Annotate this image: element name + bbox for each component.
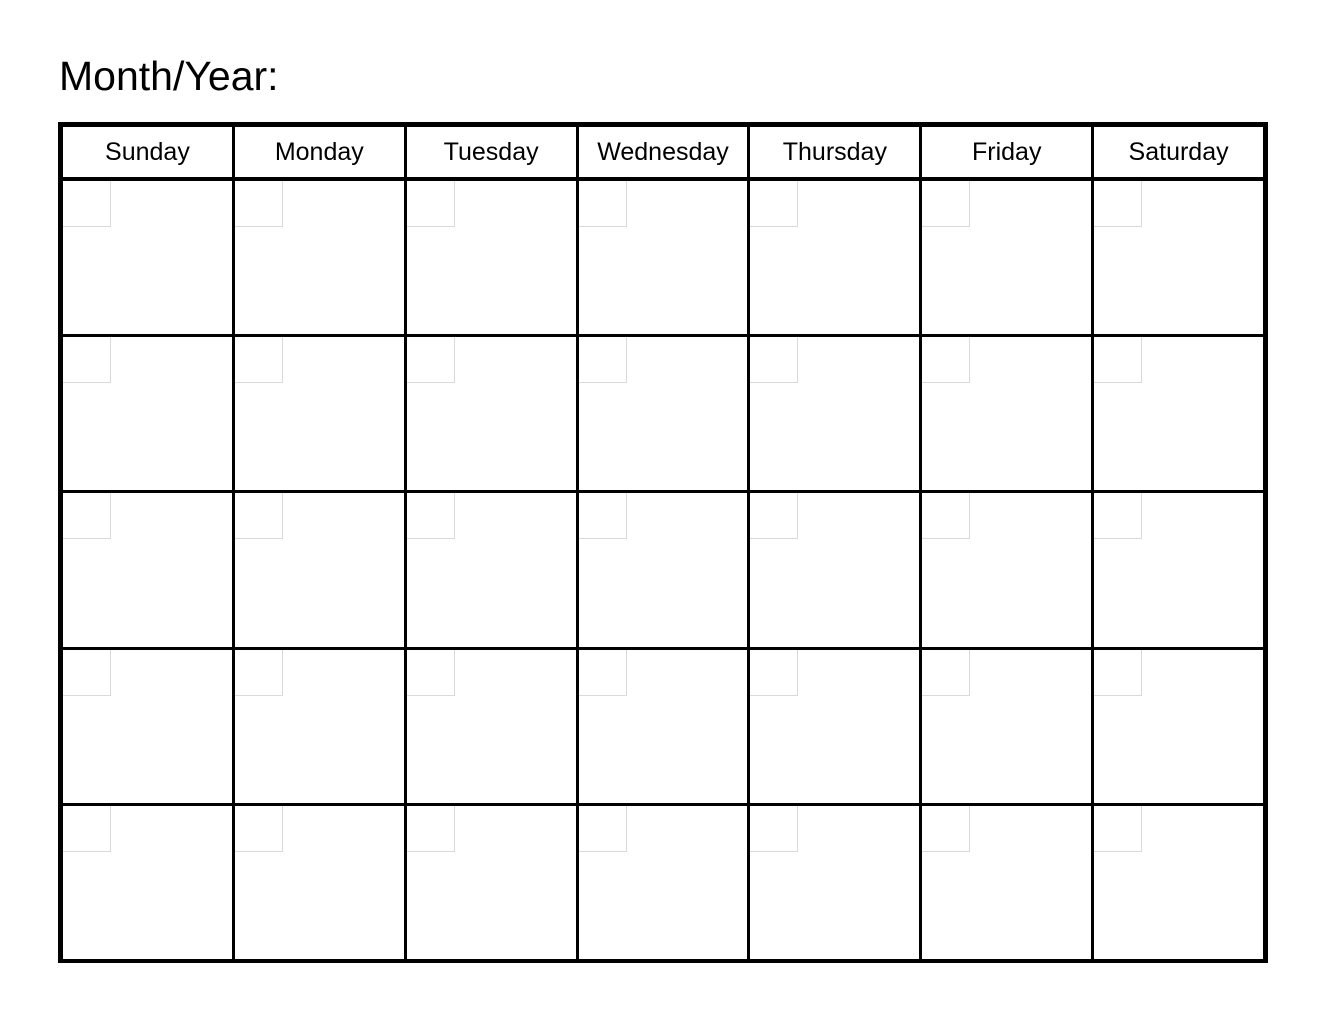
weekday-header-wednesday: Wednesday xyxy=(578,127,751,177)
weekday-header-row: Sunday Monday Tuesday Wednesday Thursday… xyxy=(63,127,1264,181)
calendar-grid: Sunday Monday Tuesday Wednesday Thursday… xyxy=(58,122,1268,963)
calendar-page: Month/Year: Sunday Monday Tuesday Wednes… xyxy=(0,0,1325,1024)
day-cell[interactable] xyxy=(1094,337,1264,491)
date-number-box[interactable] xyxy=(63,493,111,540)
date-number-box[interactable] xyxy=(406,337,455,384)
day-cell[interactable] xyxy=(63,805,235,960)
day-cell[interactable] xyxy=(922,337,1095,491)
date-number-box[interactable] xyxy=(1094,337,1143,384)
date-number-box[interactable] xyxy=(578,181,627,227)
day-cell[interactable] xyxy=(63,493,235,647)
day-cell[interactable] xyxy=(578,805,751,960)
date-number-box[interactable] xyxy=(1094,649,1143,696)
date-number-box[interactable] xyxy=(922,337,971,384)
date-number-box[interactable] xyxy=(578,493,627,540)
calendar-week-row xyxy=(63,337,1264,494)
calendar-week-row xyxy=(63,649,1264,806)
calendar-week-row xyxy=(63,805,1264,960)
day-cell[interactable] xyxy=(63,337,235,491)
date-number-box[interactable] xyxy=(406,493,455,540)
day-cell[interactable] xyxy=(750,337,923,491)
day-cell[interactable] xyxy=(1094,649,1264,803)
day-cell[interactable] xyxy=(922,649,1095,803)
date-number-box[interactable] xyxy=(578,337,627,384)
date-number-box[interactable] xyxy=(63,337,111,384)
weekday-header-sunday: Sunday xyxy=(63,127,235,177)
day-cell[interactable] xyxy=(234,805,407,960)
date-number-box[interactable] xyxy=(234,181,283,227)
page-title: Month/Year: xyxy=(59,53,279,99)
date-number-box[interactable] xyxy=(578,805,627,852)
day-cell[interactable] xyxy=(922,181,1095,335)
weekday-header-label: Monday xyxy=(274,137,364,166)
date-number-box[interactable] xyxy=(406,649,455,696)
date-number-box[interactable] xyxy=(63,181,111,227)
calendar-week-row xyxy=(63,493,1264,650)
day-cell[interactable] xyxy=(1094,181,1264,335)
date-number-box[interactable] xyxy=(234,649,283,696)
date-number-box[interactable] xyxy=(922,805,971,852)
weekday-header-label: Sunday xyxy=(105,137,190,166)
day-cell[interactable] xyxy=(750,181,923,335)
day-cell[interactable] xyxy=(922,805,1095,960)
weekday-header-saturday: Saturday xyxy=(1094,127,1264,177)
day-cell[interactable] xyxy=(63,181,235,335)
day-cell[interactable] xyxy=(578,181,751,335)
weekday-header-label: Friday xyxy=(971,137,1042,166)
date-number-box[interactable] xyxy=(63,805,111,852)
day-cell[interactable] xyxy=(234,337,407,491)
date-number-box[interactable] xyxy=(922,181,971,227)
date-number-box[interactable] xyxy=(922,649,971,696)
day-cell[interactable] xyxy=(1094,805,1264,960)
day-cell[interactable] xyxy=(750,493,923,647)
weekday-header-friday: Friday xyxy=(922,127,1095,177)
date-number-box[interactable] xyxy=(406,181,455,227)
date-number-box[interactable] xyxy=(63,649,111,696)
date-number-box[interactable] xyxy=(750,337,799,384)
day-cell[interactable] xyxy=(922,493,1095,647)
date-number-box[interactable] xyxy=(1094,805,1143,852)
date-number-box[interactable] xyxy=(922,493,971,540)
date-number-box[interactable] xyxy=(234,493,283,540)
date-number-box[interactable] xyxy=(578,649,627,696)
calendar-week-rows xyxy=(63,181,1264,960)
day-cell[interactable] xyxy=(406,337,579,491)
date-number-box[interactable] xyxy=(1094,493,1143,540)
day-cell[interactable] xyxy=(234,181,407,335)
date-number-box[interactable] xyxy=(406,805,455,852)
date-number-box[interactable] xyxy=(750,805,799,852)
date-number-box[interactable] xyxy=(750,493,799,540)
day-cell[interactable] xyxy=(578,493,751,647)
date-number-box[interactable] xyxy=(750,181,799,227)
weekday-header-thursday: Thursday xyxy=(750,127,923,177)
date-number-box[interactable] xyxy=(1094,181,1143,227)
weekday-header-monday: Monday xyxy=(234,127,407,177)
weekday-header-label: Tuesday xyxy=(443,137,539,166)
day-cell[interactable] xyxy=(406,181,579,335)
weekday-header-tuesday: Tuesday xyxy=(406,127,579,177)
day-cell[interactable] xyxy=(406,805,579,960)
date-number-box[interactable] xyxy=(234,337,283,384)
weekday-header-label: Thursday xyxy=(782,137,887,166)
weekday-header-label: Wednesday xyxy=(597,137,729,166)
weekday-header-label: Saturday xyxy=(1128,137,1229,166)
day-cell[interactable] xyxy=(406,649,579,803)
calendar-week-row xyxy=(63,181,1264,338)
day-cell[interactable] xyxy=(1094,493,1264,647)
day-cell[interactable] xyxy=(750,649,923,803)
day-cell[interactable] xyxy=(578,649,751,803)
day-cell[interactable] xyxy=(750,805,923,960)
day-cell[interactable] xyxy=(578,337,751,491)
date-number-box[interactable] xyxy=(750,649,799,696)
day-cell[interactable] xyxy=(406,493,579,647)
date-number-box[interactable] xyxy=(234,805,283,852)
day-cell[interactable] xyxy=(234,649,407,803)
day-cell[interactable] xyxy=(63,649,235,803)
day-cell[interactable] xyxy=(234,493,407,647)
